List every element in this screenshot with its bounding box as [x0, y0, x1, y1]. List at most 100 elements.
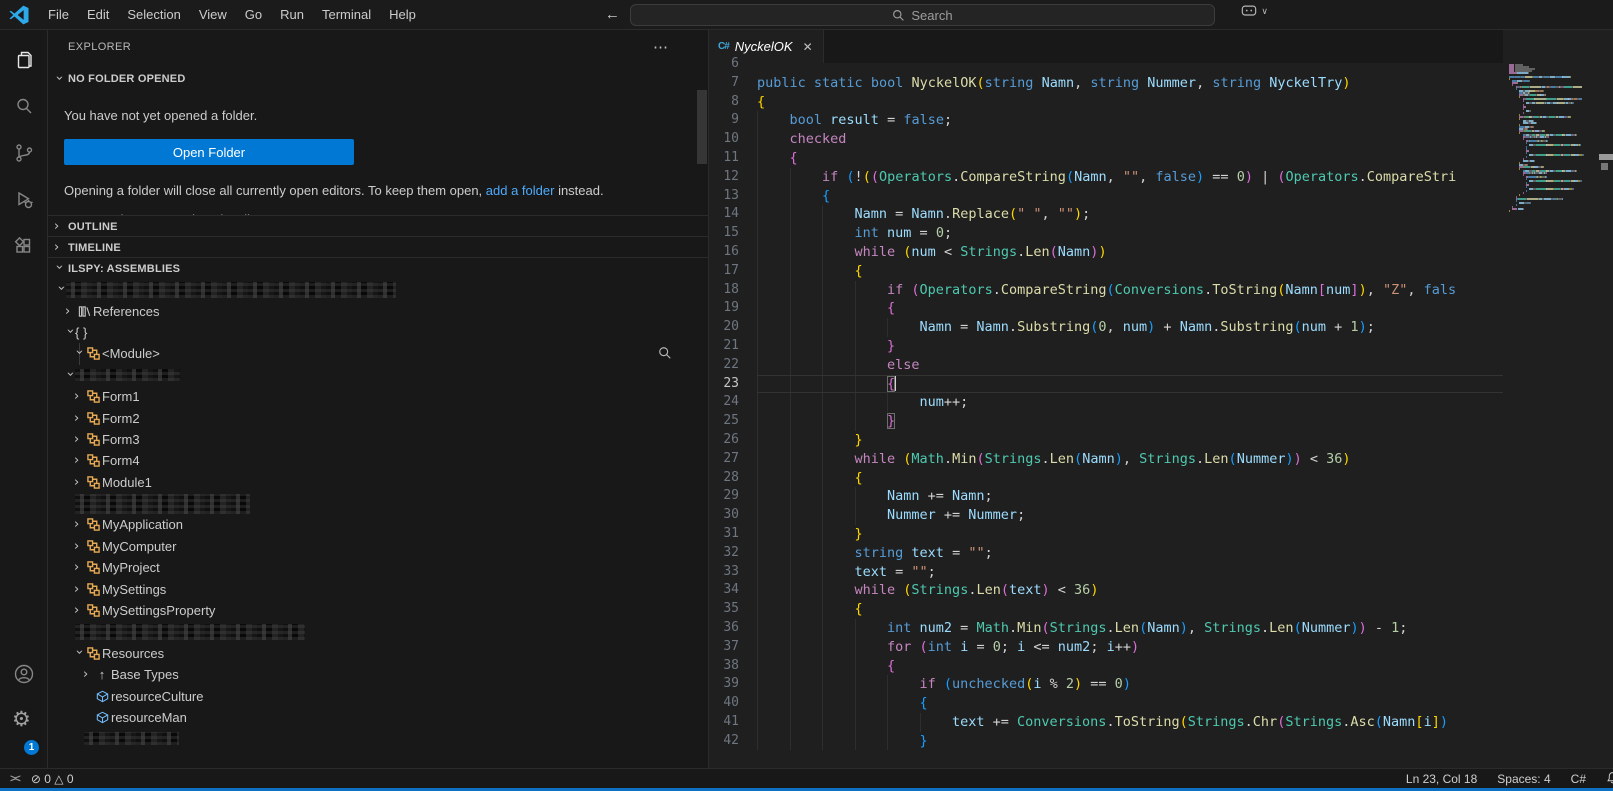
- tree-item-redacted[interactable]: [48, 728, 708, 749]
- line-number: 17: [709, 262, 739, 281]
- search-view-icon[interactable]: [12, 94, 36, 118]
- code-line-41[interactable]: 41text += Conversions.ToString(Strings.C…: [709, 713, 1503, 732]
- tree-item-redacted[interactable]: [48, 493, 708, 514]
- tree-item-mycomputer[interactable]: ›MyComputer: [48, 536, 708, 557]
- section-ilspy-assemblies[interactable]: › ILSPY: ASSEMBLIES: [48, 257, 708, 279]
- code-line-28[interactable]: 28{: [709, 469, 1503, 488]
- code-line-12[interactable]: 12if (!((Operators.CompareString(Namn, "…: [709, 168, 1503, 187]
- menu-item-terminal[interactable]: Terminal: [313, 0, 380, 30]
- code-line-37[interactable]: 37for (int i = 0; i <= num2; i++): [709, 638, 1503, 657]
- code-line-8[interactable]: 8{: [709, 93, 1503, 112]
- tree-item-redacted[interactable]: ›: [48, 365, 708, 386]
- language-mode[interactable]: C#: [1571, 772, 1586, 786]
- code-line-13[interactable]: 13{: [709, 187, 1503, 206]
- menu-item-help[interactable]: Help: [380, 0, 425, 30]
- menu-item-go[interactable]: Go: [236, 0, 271, 30]
- code-line-16[interactable]: 16while (num < Strings.Len(Namn)): [709, 243, 1503, 262]
- menu-item-file[interactable]: File: [39, 0, 78, 30]
- code-line-20[interactable]: 20Namn = Namn.Substring(0, num) + Namn.S…: [709, 318, 1503, 337]
- tree-item-form1[interactable]: ›Form1: [48, 386, 708, 407]
- code-line-31[interactable]: 31}: [709, 525, 1503, 544]
- code-line-15[interactable]: 15int num = 0;: [709, 224, 1503, 243]
- tree-item-form4[interactable]: ›Form4: [48, 450, 708, 471]
- code-line-18[interactable]: 18if (Operators.CompareString(Conversion…: [709, 281, 1503, 300]
- remote-indicator-icon[interactable]: ><: [10, 773, 19, 785]
- line-number: 20: [709, 318, 739, 337]
- explorer-more-actions-icon[interactable]: ⋯: [653, 38, 668, 56]
- notifications-bell-icon[interactable]: [1606, 771, 1613, 787]
- tree-item-references[interactable]: ›References: [48, 300, 708, 321]
- global-search-input[interactable]: Search: [630, 4, 1215, 26]
- indentation-setting[interactable]: Spaces: 4: [1497, 772, 1550, 786]
- tree-item-resourceculture[interactable]: resourceCulture: [48, 685, 708, 706]
- tree-item-mysettingsproperty[interactable]: ›MySettingsProperty: [48, 600, 708, 621]
- code-line-39[interactable]: 39if (unchecked(i % 2) == 0): [709, 675, 1503, 694]
- text-cursor: [894, 376, 896, 391]
- run-debug-icon[interactable]: [12, 188, 36, 212]
- tree-item-module1[interactable]: ›Module1: [48, 472, 708, 493]
- tree-item-redacted[interactable]: [48, 621, 708, 642]
- code-line-10[interactable]: 10checked: [709, 130, 1503, 149]
- explorer-icon[interactable]: [12, 48, 36, 72]
- tree-item-form2[interactable]: ›Form2: [48, 407, 708, 428]
- add-folder-link[interactable]: add a folder: [486, 183, 555, 198]
- cursor-position[interactable]: Ln 23, Col 18: [1406, 772, 1477, 786]
- code-line-36[interactable]: 36int num2 = Math.Min(Strings.Len(Namn),…: [709, 619, 1503, 638]
- tree-item-myproject[interactable]: ›MyProject: [48, 557, 708, 578]
- sidebar-scrollbar[interactable]: [697, 90, 707, 164]
- tree-item-[interactable]: ›{ }: [48, 322, 708, 343]
- copilot-icon[interactable]: [1240, 3, 1258, 19]
- code-line-35[interactable]: 35{: [709, 600, 1503, 619]
- code-line-42[interactable]: 42}: [709, 732, 1503, 751]
- code-line-34[interactable]: 34while (Strings.Len(text) < 36): [709, 581, 1503, 600]
- code-line-21[interactable]: 21}: [709, 337, 1503, 356]
- code-line-29[interactable]: 29Namn += Namn;: [709, 487, 1503, 506]
- tree-item-resources[interactable]: ›Resources: [48, 643, 708, 664]
- code-line-33[interactable]: 33text = "";: [709, 563, 1503, 582]
- extensions-icon[interactable]: [12, 235, 36, 259]
- code-line-24[interactable]: 24num++;: [709, 393, 1503, 412]
- code-line-17[interactable]: 17{: [709, 262, 1503, 281]
- tree-item-mysettings[interactable]: ›MySettings: [48, 578, 708, 599]
- code-line-14[interactable]: 14Namn = Namn.Replace(" ", "");: [709, 205, 1503, 224]
- code-line-7[interactable]: 7public static bool NyckelOK(string Namn…: [709, 74, 1503, 93]
- tab-close-icon[interactable]: ✕: [803, 40, 813, 54]
- code-line-6[interactable]: 6: [709, 55, 1503, 74]
- problems-indicator[interactable]: ⊘ 0 △ 0: [31, 772, 74, 786]
- section-timeline[interactable]: › TIMELINE: [48, 236, 708, 258]
- menu-item-selection[interactable]: Selection: [118, 0, 189, 30]
- tree-item-module[interactable]: ›<Module>: [48, 343, 708, 364]
- source-control-icon[interactable]: [12, 141, 36, 165]
- code-line-23[interactable]: 23{: [709, 375, 1503, 394]
- tree-item-form3[interactable]: ›Form3: [48, 429, 708, 450]
- code-line-text: }: [757, 337, 1503, 356]
- tree-item-redacted[interactable]: ›: [48, 279, 708, 300]
- menu-item-edit[interactable]: Edit: [78, 0, 118, 30]
- code-line-19[interactable]: 19{: [709, 299, 1503, 318]
- code-line-26[interactable]: 26}: [709, 431, 1503, 450]
- account-icon[interactable]: [12, 662, 36, 686]
- tree-item-resourceman[interactable]: resourceMan: [48, 707, 708, 728]
- code-line-32[interactable]: 32string text = "";: [709, 544, 1503, 563]
- menu-item-view[interactable]: View: [190, 0, 236, 30]
- tree-search-action-icon[interactable]: [658, 346, 672, 363]
- code-line-22[interactable]: 22else: [709, 356, 1503, 375]
- minimap[interactable]: [1503, 30, 1613, 768]
- nav-back-icon[interactable]: ←: [605, 6, 620, 23]
- code-line-38[interactable]: 38{: [709, 657, 1503, 676]
- copilot-chevron-icon[interactable]: ∨: [1261, 6, 1268, 17]
- code-editor[interactable]: 67public static bool NyckelOK(string Nam…: [709, 55, 1503, 768]
- code-line-9[interactable]: 9bool result = false;: [709, 111, 1503, 130]
- code-line-40[interactable]: 40{: [709, 694, 1503, 713]
- code-line-27[interactable]: 27while (Math.Min(Strings.Len(Namn), Str…: [709, 450, 1503, 469]
- tree-item-basetypes[interactable]: ›↑Base Types: [48, 664, 708, 685]
- code-line-30[interactable]: 30Nummer += Nummer;: [709, 506, 1503, 525]
- code-line-11[interactable]: 11{: [709, 149, 1503, 168]
- section-outline[interactable]: › OUTLINE: [48, 215, 708, 237]
- menu-item-run[interactable]: Run: [271, 0, 313, 30]
- section-no-folder-opened[interactable]: › NO FOLDER OPENED: [48, 68, 708, 90]
- open-folder-button[interactable]: Open Folder: [64, 139, 354, 165]
- code-line-25[interactable]: 25}: [709, 412, 1503, 431]
- settings-gear-icon[interactable]: ⚙: [12, 708, 36, 732]
- tree-item-myapplication[interactable]: ›MyApplication: [48, 514, 708, 535]
